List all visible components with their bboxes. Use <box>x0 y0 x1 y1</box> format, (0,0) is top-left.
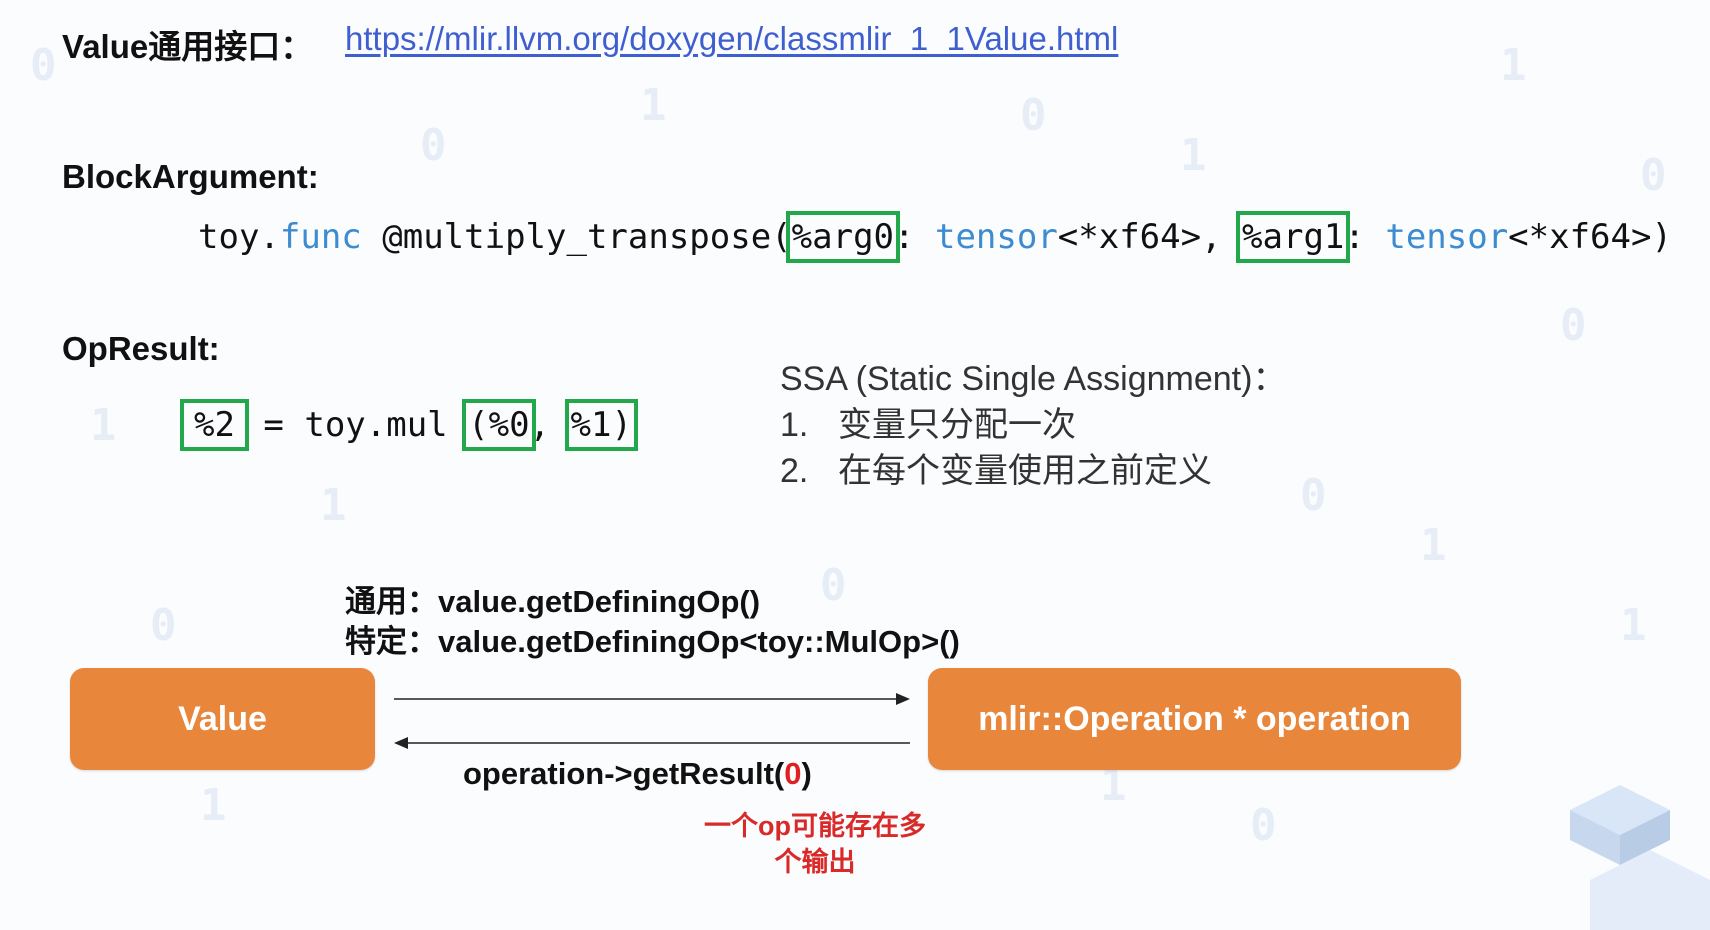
arg1-highlight: %arg1 <box>1236 211 1351 263</box>
value-box-label: Value <box>178 699 267 738</box>
operand1-highlight: %1) <box>564 399 638 451</box>
tensor-keyword: tensor <box>1385 217 1509 257</box>
mul-op-code: %2 = toy.mul (%0, %1) <box>180 399 638 451</box>
func-name: @multiply_transpose( <box>361 217 792 257</box>
note-line: 一个op可能存在多 <box>704 811 926 841</box>
specific-call-text: 特定：value.getDefiningOp<toy::MulOp>() <box>345 624 960 659</box>
note-line: 个输出 <box>774 847 856 877</box>
ssa-item-number: 1. <box>780 406 809 444</box>
arrows <box>394 693 910 749</box>
operation-box: mlir::Operation * operation <box>928 668 1461 770</box>
type0-rest: <*xf64>, <box>1057 217 1243 257</box>
ssa-item: 1. 变量只分配一次 <box>780 402 1286 448</box>
ssa-block: SSA (Static Single Assignment)： 1. 变量只分配一… <box>780 356 1286 494</box>
get-result-suffix: ) <box>801 756 812 791</box>
op-result-title: OpResult: <box>62 330 220 367</box>
get-result-text: operation->getResult(0) <box>463 754 812 794</box>
func-signature-code: toy.func @multiply_transpose(%arg0: tens… <box>198 211 1672 263</box>
operation-box-label: mlir::Operation * operation <box>978 699 1411 738</box>
arg1-colon: : <box>1344 217 1386 257</box>
ssa-item: 2. 在每个变量使用之前定义 <box>780 448 1286 494</box>
ssa-title: SSA (Static Single Assignment)： <box>780 360 1287 398</box>
ssa-item-text: 变量只分配一次 <box>838 406 1076 444</box>
interface-label: Value通用接口： <box>62 28 314 65</box>
type1-rest: <*xf64>) <box>1508 217 1672 257</box>
value-box: Value <box>70 668 375 770</box>
operand0-highlight: (%0 <box>462 399 536 451</box>
multi-output-note: 一个op可能存在多 个输出 <box>690 808 940 880</box>
code-prefix: toy. <box>198 217 280 257</box>
arg0-highlight: %arg0 <box>785 211 901 263</box>
mul-assign: = toy.mul <box>242 405 469 445</box>
backward-arrowhead <box>394 737 408 749</box>
value-doc-link[interactable]: https://mlir.llvm.org/doxygen/classmlir_… <box>345 20 1118 58</box>
ssa-item-number: 2. <box>780 452 809 490</box>
general-call-text: 通用：value.getDefiningOp() <box>345 584 761 619</box>
get-result-arg: 0 <box>784 756 802 791</box>
arg0-colon: : <box>894 217 935 257</box>
result-highlight: %2 <box>180 399 249 451</box>
corner-decoration-graphic <box>1570 785 1710 930</box>
block-argument-title: BlockArgument: <box>62 158 319 195</box>
forward-arrowhead <box>896 693 910 705</box>
get-result-prefix: operation->getResult( <box>463 756 785 791</box>
func-keyword: func <box>279 217 362 257</box>
operand-comma: , <box>529 405 551 445</box>
ssa-item-text: 在每个变量使用之前定义 <box>838 452 1212 490</box>
tensor-keyword: tensor <box>934 217 1058 257</box>
